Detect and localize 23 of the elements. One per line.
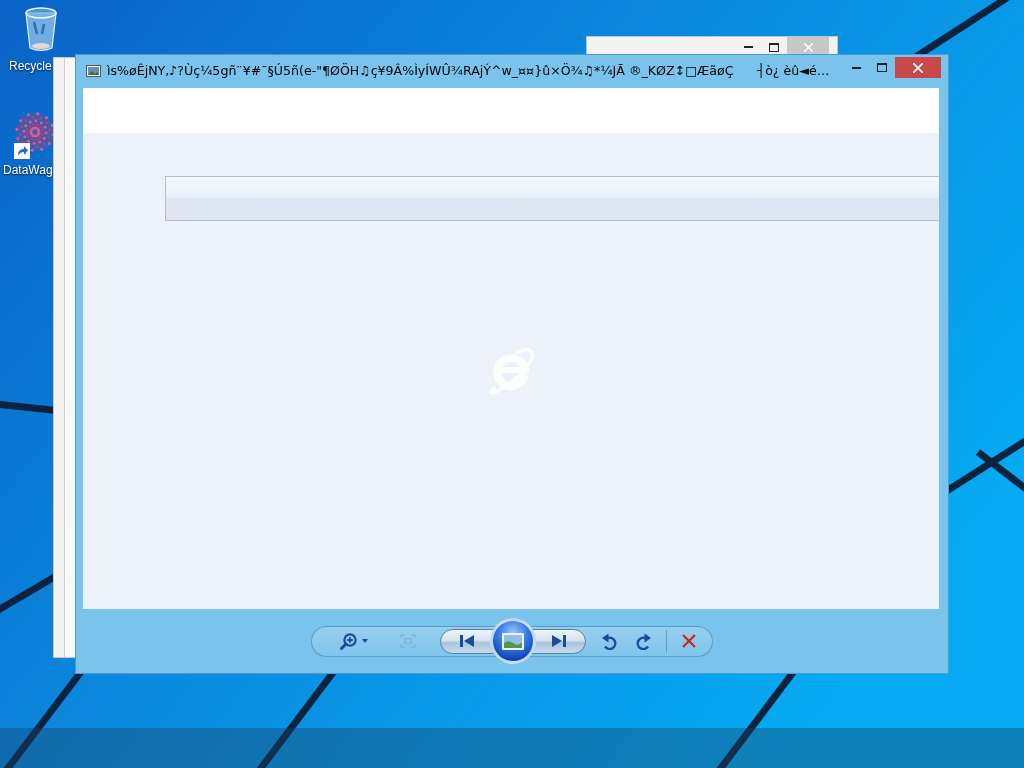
picture-icon <box>502 632 524 650</box>
close-icon <box>913 62 923 73</box>
rotate-left-icon <box>601 632 617 650</box>
window-title: ìs%øÊjNY,♪?Ùç¼5gñ¨¥#¯§Ú5ñ(e-"¶ØÖH♫ç¥9Â%ÌyÍWÛ¾RAjÝ^w_¤¤}û×Ö¾♫*¼JĀ ®_KØZ↕□ÆãøÇ ┤ò¿ èû◄é… <box>107 63 831 79</box>
zoom-in-icon <box>340 632 357 650</box>
next-button[interactable] <box>532 628 586 654</box>
close-button[interactable] <box>895 57 941 78</box>
desktop-icon-label[interactable]: DataWag <box>3 163 53 177</box>
skip-forward-icon <box>552 635 566 647</box>
image-icon <box>86 65 101 77</box>
minimize-icon <box>743 46 753 48</box>
caret-icon <box>362 639 368 643</box>
previous-button[interactable] <box>440 628 494 654</box>
slideshow-button[interactable] <box>490 618 536 664</box>
close-icon <box>803 42 813 52</box>
fit-icon <box>400 634 416 648</box>
delete-icon <box>682 634 696 648</box>
maximize-icon <box>877 63 887 72</box>
minimize-icon <box>851 66 861 69</box>
desktop-icon-label[interactable]: Recycle <box>9 59 52 73</box>
rotate-right-icon <box>635 632 651 650</box>
maximize-icon <box>769 42 779 52</box>
skip-back-icon <box>460 635 474 647</box>
